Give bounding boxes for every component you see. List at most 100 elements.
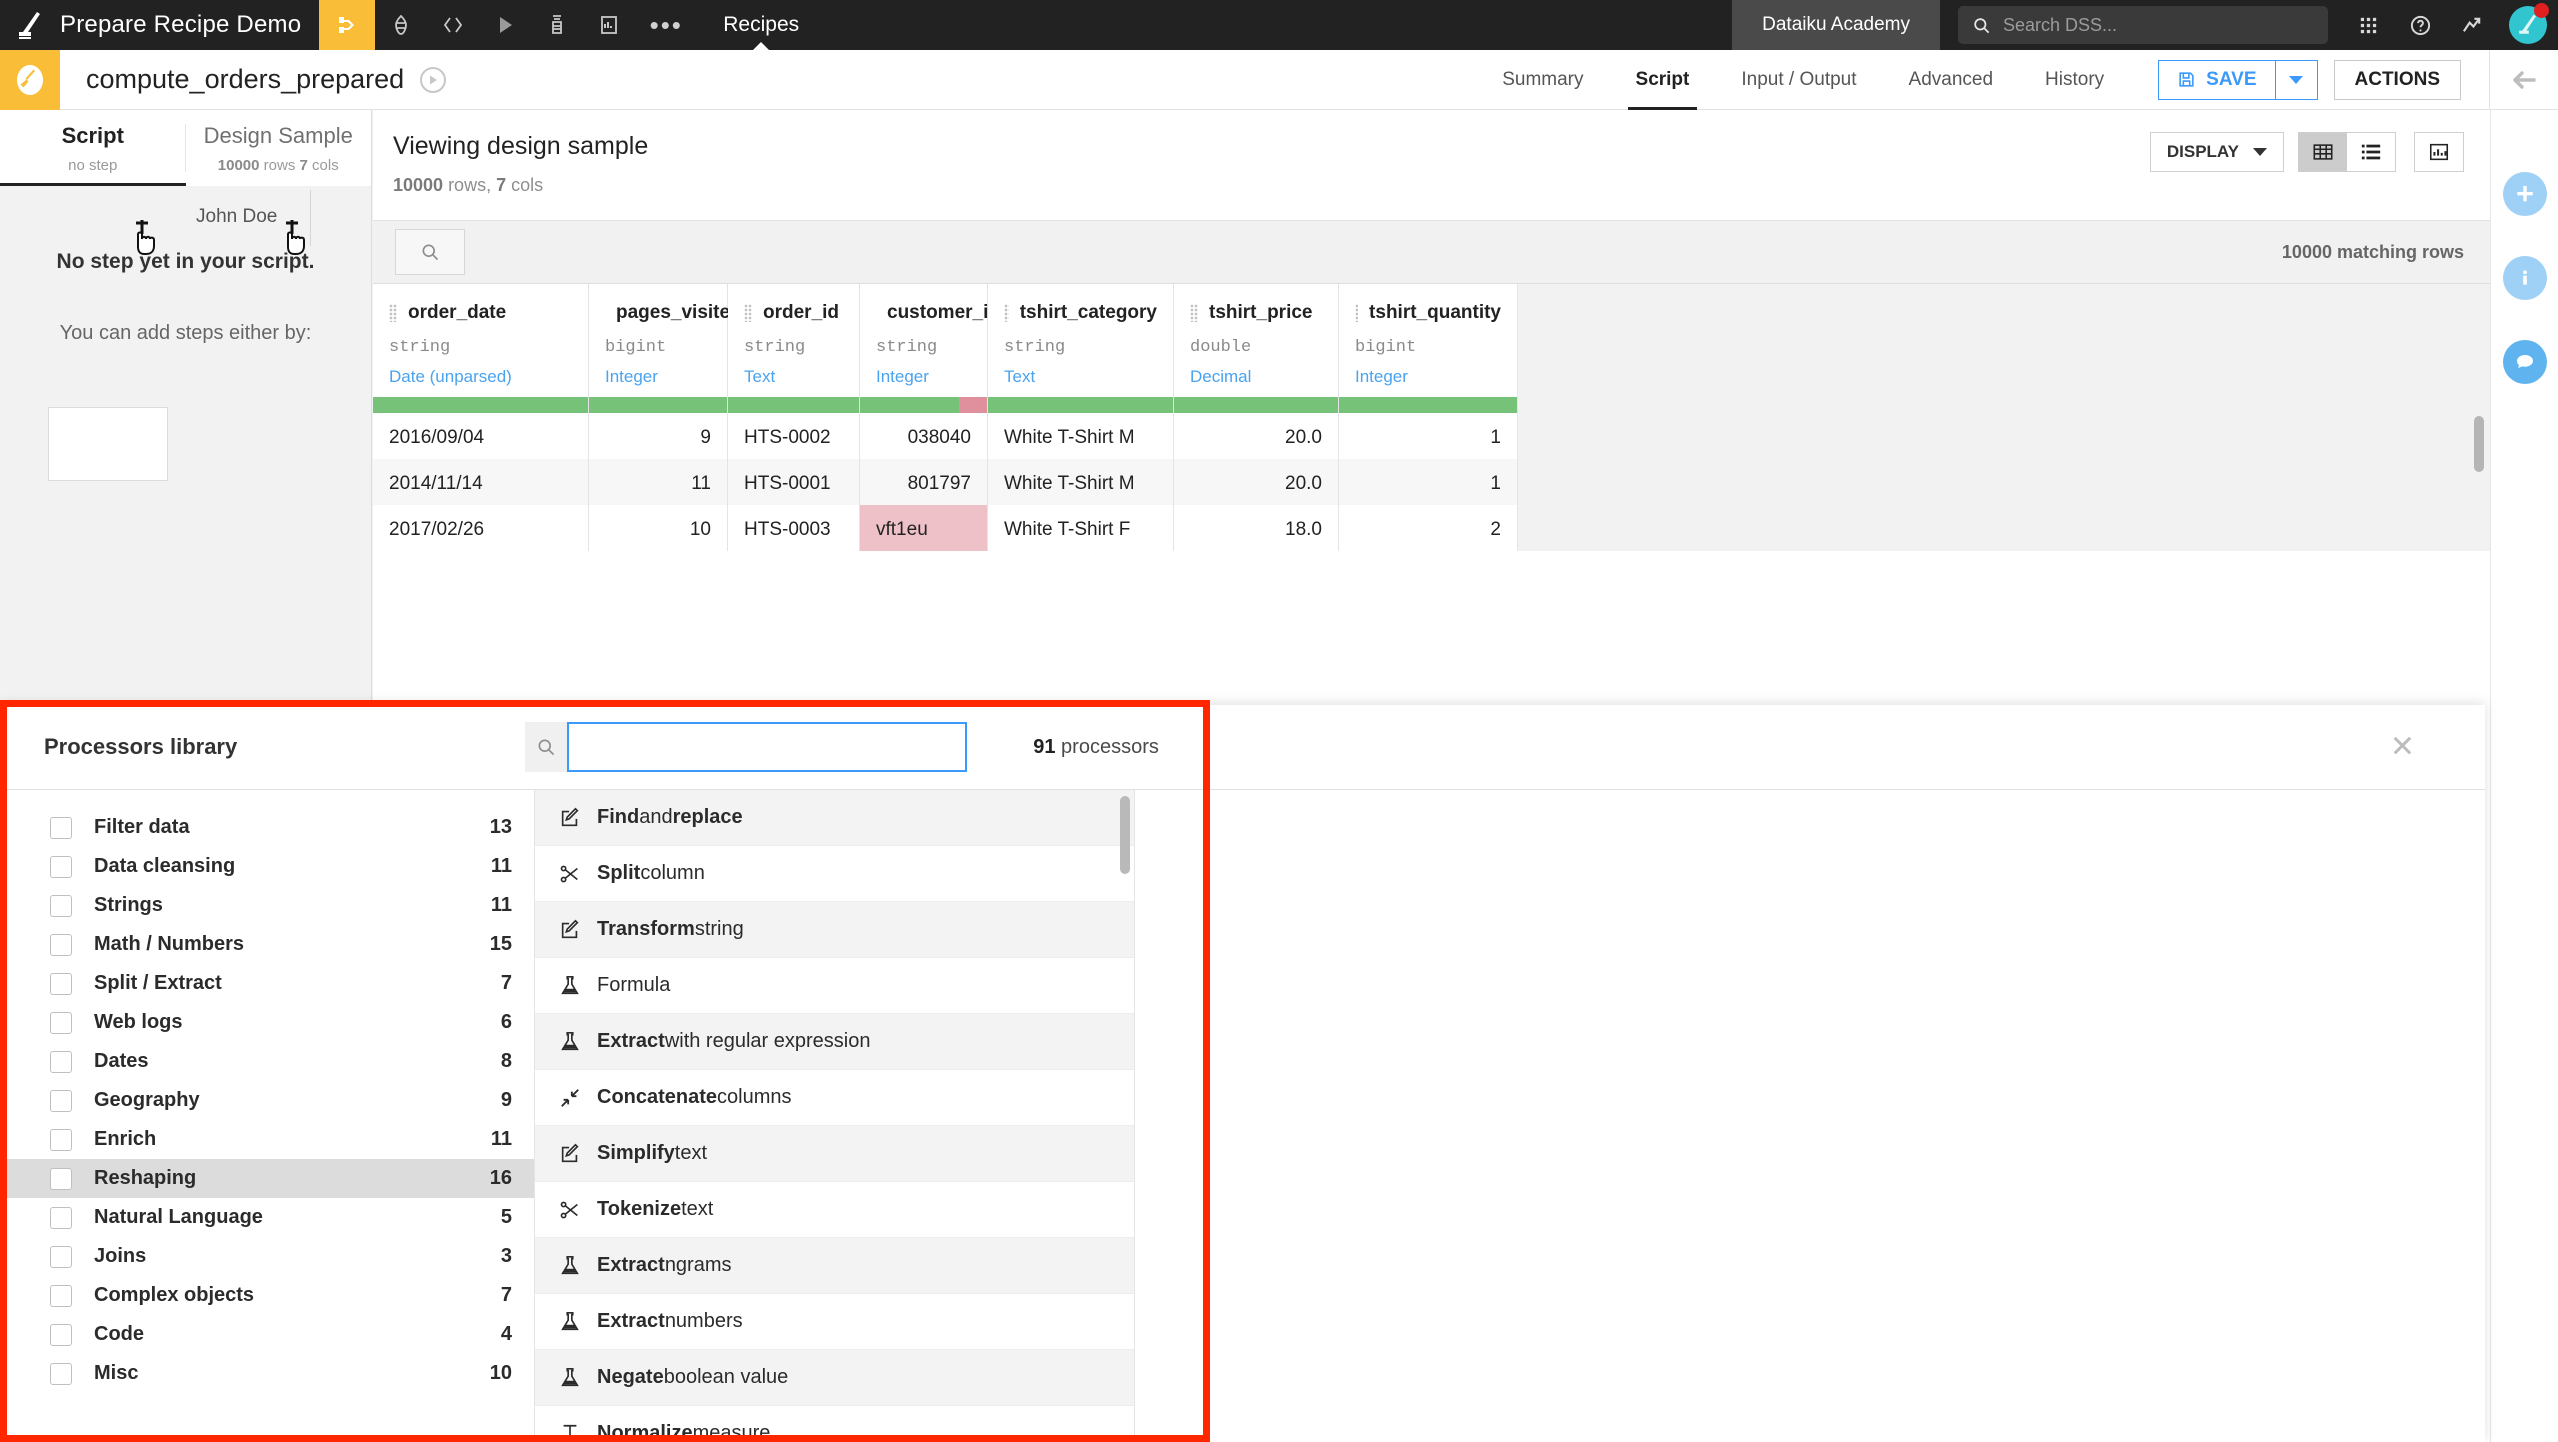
lab-icon[interactable] [531, 0, 583, 50]
category-checkbox[interactable] [50, 1363, 72, 1385]
column-meaning[interactable]: Date (unparsed) [389, 367, 572, 387]
table-column-tshirt-price[interactable]: tshirt_price double Decimal [1174, 284, 1339, 397]
actions-button[interactable]: ACTIONS [2334, 60, 2462, 100]
category-row-math-numbers[interactable]: Math / Numbers 15 [0, 925, 534, 964]
category-row-enrich[interactable]: Enrich 11 [0, 1120, 534, 1159]
category-row-joins[interactable]: Joins 3 [0, 1237, 534, 1276]
category-row-strings[interactable]: Strings 11 [0, 886, 534, 925]
category-checkbox[interactable] [50, 1090, 72, 1112]
script-tab-script[interactable]: Script no step [0, 110, 186, 186]
category-checkbox[interactable] [50, 856, 72, 878]
table-column-pages-visited[interactable]: pages_visited bigint Integer [589, 284, 728, 397]
drag-handle-icon[interactable] [1355, 304, 1358, 322]
zone-icon[interactable] [420, 67, 446, 93]
processor-row-transform-string[interactable]: Transform string [535, 902, 1134, 958]
category-row-geography[interactable]: Geography 9 [0, 1081, 534, 1120]
column-meaning[interactable]: Text [1004, 367, 1157, 387]
script-tab-design-sample[interactable]: Design Sample 10000 rows 7 cols [186, 110, 372, 186]
category-checkbox[interactable] [50, 1207, 72, 1229]
drag-handle-icon[interactable] [1004, 304, 1009, 322]
apps-grid-icon[interactable] [2342, 0, 2394, 50]
column-meaning[interactable]: Decimal [1190, 367, 1322, 387]
tab-advanced[interactable]: Advanced [1883, 50, 2020, 110]
category-row-split-extract[interactable]: Split / Extract 7 [0, 964, 534, 1003]
add-step-card[interactable] [48, 407, 168, 481]
plus-icon[interactable] [2503, 172, 2547, 216]
category-checkbox[interactable] [50, 1246, 72, 1268]
help-icon[interactable] [2394, 0, 2446, 50]
tab-input-output[interactable]: Input / Output [1715, 50, 1882, 110]
processor-row-extract-ngrams[interactable]: Extract ngrams [535, 1238, 1134, 1294]
dashboard-icon[interactable] [583, 0, 635, 50]
dataiku-logo[interactable] [0, 0, 60, 50]
processor-row-normalize-measure[interactable]: Normalize measure [535, 1406, 1134, 1442]
processor-row-negate-boolean-value[interactable]: Negate boolean value [535, 1350, 1134, 1406]
tab-history[interactable]: History [2019, 50, 2130, 110]
category-checkbox[interactable] [50, 1324, 72, 1346]
category-checkbox[interactable] [50, 1012, 72, 1034]
column-meaning[interactable]: Text [744, 367, 843, 387]
save-button[interactable]: SAVE [2159, 61, 2274, 99]
processor-row-extract-with-regular-expression[interactable]: Extract with regular expression [535, 1014, 1134, 1070]
category-row-code[interactable]: Code 4 [0, 1315, 534, 1354]
category-checkbox[interactable] [50, 1051, 72, 1073]
table-row[interactable]: 2014/11/14 11 HTS-0001 801797 White T-Sh… [373, 459, 2490, 505]
drag-handle-icon[interactable] [1190, 304, 1198, 322]
chat-icon[interactable] [2503, 340, 2547, 384]
processor-list-scrollbar[interactable] [1120, 796, 1130, 874]
table-column-tshirt-quantity[interactable]: tshirt_quantity bigint Integer [1339, 284, 1518, 397]
display-button[interactable]: DISPLAY [2150, 132, 2284, 172]
column-meaning[interactable]: Integer [605, 367, 711, 387]
search-dss-input[interactable]: Search DSS... [1958, 6, 2328, 44]
processor-row-concatenate-columns[interactable]: Concatenate columns [535, 1070, 1134, 1126]
processor-list[interactable]: Find and replace Split column Transform … [535, 790, 1135, 1442]
category-checkbox[interactable] [50, 973, 72, 995]
category-checkbox[interactable] [50, 1168, 72, 1190]
flow-icon[interactable] [319, 0, 375, 50]
dataset-icon[interactable] [375, 0, 427, 50]
table-column-order-id[interactable]: order_id string Text [728, 284, 860, 397]
processor-row-formula[interactable]: Formula [535, 958, 1134, 1014]
category-checkbox[interactable] [50, 934, 72, 956]
column-meaning[interactable]: Integer [1355, 367, 1501, 387]
category-row-reshaping[interactable]: Reshaping 16 [0, 1159, 534, 1198]
table-column-customer-id[interactable]: customer_id string Integer [860, 284, 988, 397]
category-checkbox[interactable] [50, 1285, 72, 1307]
run-icon[interactable] [479, 0, 531, 50]
table-view-icon[interactable] [2299, 133, 2347, 171]
table-column-order-date[interactable]: order_date string Date (unparsed) [373, 284, 589, 397]
processor-row-split-column[interactable]: Split column [535, 846, 1134, 902]
more-icon[interactable]: ••• [635, 0, 697, 50]
table-row[interactable]: 2017/02/26 10 HTS-0003 vft1eu White T-Sh… [373, 505, 2490, 551]
chart-view-icon[interactable] [2414, 132, 2464, 172]
table-column-tshirt-category[interactable]: tshirt_category string Text [988, 284, 1174, 397]
table-vertical-scrollbar[interactable] [2474, 416, 2484, 472]
category-row-complex-objects[interactable]: Complex objects 7 [0, 1276, 534, 1315]
info-icon[interactable] [2503, 256, 2547, 300]
tab-summary[interactable]: Summary [1476, 50, 1609, 110]
code-icon[interactable] [427, 0, 479, 50]
save-dropdown-button[interactable] [2275, 61, 2317, 99]
processor-row-tokenize-text[interactable]: Tokenize text [535, 1182, 1134, 1238]
processor-row-simplify-text[interactable]: Simplify text [535, 1126, 1134, 1182]
processor-row-extract-numbers[interactable]: Extract numbers [535, 1294, 1134, 1350]
category-checkbox[interactable] [50, 895, 72, 917]
category-checkbox[interactable] [50, 1129, 72, 1151]
drag-handle-icon[interactable] [389, 304, 397, 322]
arrow-left-icon[interactable] [2490, 68, 2558, 92]
close-icon[interactable]: ✕ [2390, 730, 2415, 765]
list-view-icon[interactable] [2347, 133, 2395, 171]
category-checkbox[interactable] [50, 817, 72, 839]
dataiku-academy-button[interactable]: Dataiku Academy [1732, 0, 1940, 50]
table-row[interactable]: 2016/09/04 9 HTS-0002 038040 White T-Shi… [373, 413, 2490, 459]
processor-row-find-and-replace[interactable]: Find and replace [535, 790, 1134, 846]
category-row-dates[interactable]: Dates 8 [0, 1042, 534, 1081]
category-row-web-logs[interactable]: Web logs 6 [0, 1003, 534, 1042]
category-row-filter-data[interactable]: Filter data 13 [0, 808, 534, 847]
tab-script[interactable]: Script [1610, 50, 1716, 110]
category-row-misc[interactable]: Misc 10 [0, 1354, 534, 1393]
trending-icon[interactable] [2446, 0, 2498, 50]
category-row-natural-language[interactable]: Natural Language 5 [0, 1198, 534, 1237]
project-name[interactable]: Prepare Recipe Demo [60, 0, 319, 50]
table-search-input[interactable] [395, 229, 465, 275]
